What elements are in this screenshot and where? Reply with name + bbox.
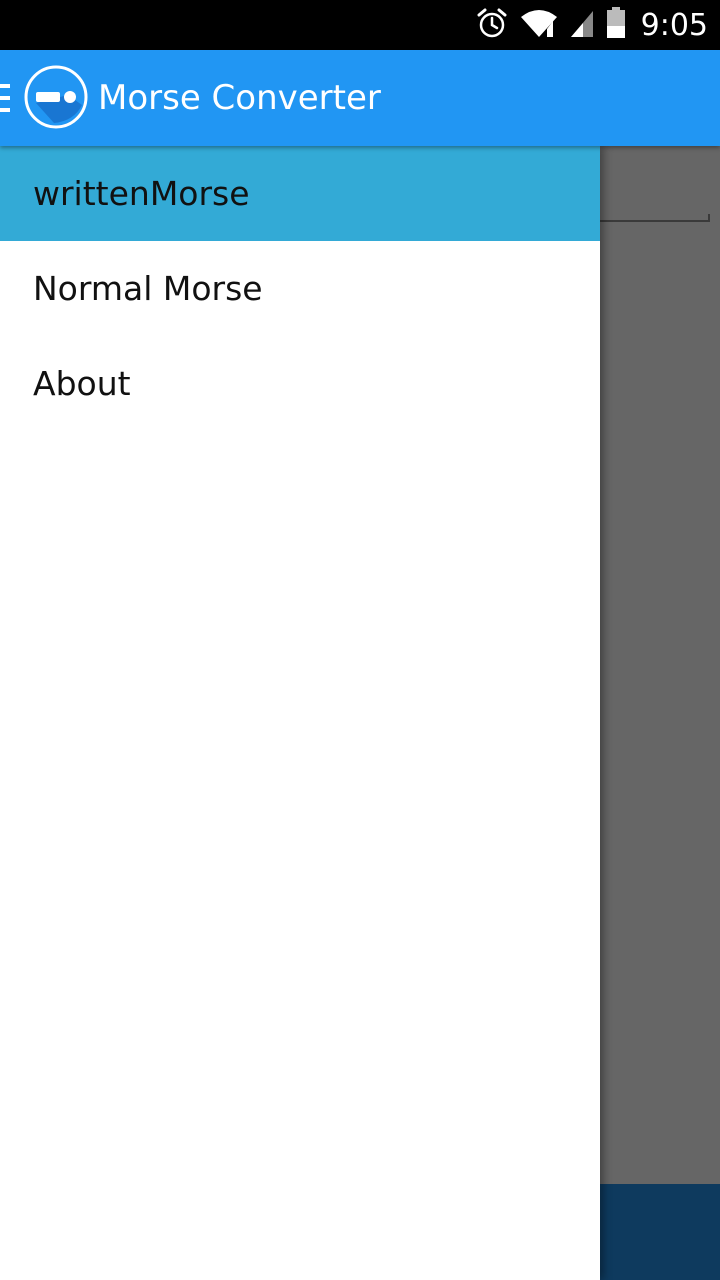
hamburger-menu-icon[interactable] [0,84,10,112]
signal-icon [569,7,595,43]
drawer-item-writtenmorse[interactable]: writtenMorse [0,146,600,241]
app-bar: Morse Converter [0,50,720,146]
drawer-item-about[interactable]: About [0,336,600,431]
wifi-icon [519,7,559,43]
drawer-item-label: writtenMorse [33,174,250,213]
battery-icon [605,6,627,44]
status-icons: 9:05 [475,0,708,50]
alarm-icon [475,6,509,44]
input-underline-tick [708,214,710,222]
drawer-item-label: Normal Morse [33,269,263,308]
navigation-drawer: writtenMorse Normal Morse About [0,146,600,1280]
morse-logo-icon [24,65,88,129]
app-title: Morse Converter [98,78,381,118]
input-underline [600,220,710,222]
status-time: 9:05 [640,7,708,43]
drawer-item-label: About [33,364,131,403]
status-bar: 9:05 [0,0,720,50]
drawer-item-normal-morse[interactable]: Normal Morse [0,241,600,336]
